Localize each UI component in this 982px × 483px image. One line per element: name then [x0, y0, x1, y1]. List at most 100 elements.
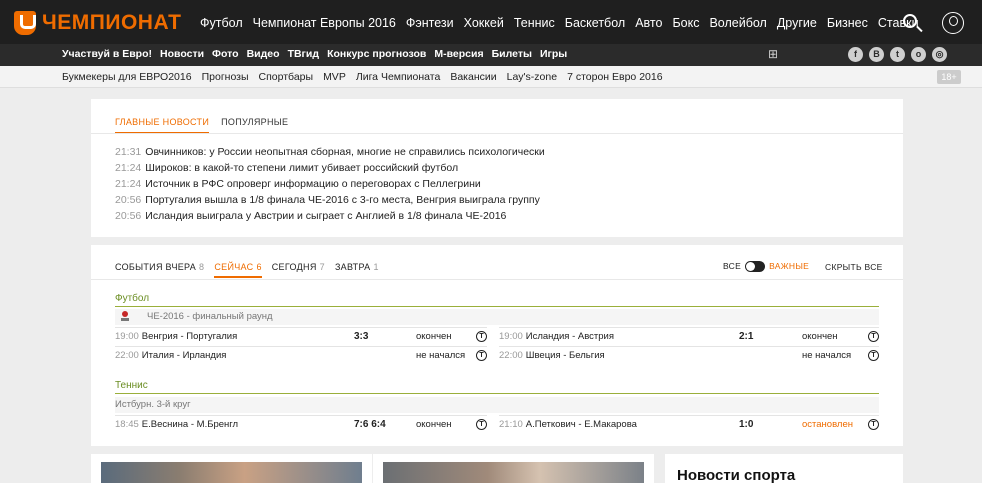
search-icon[interactable] [903, 14, 917, 28]
news-tabs: ГЛАВНЫЕ НОВОСТИ ПОПУЛЯРНЫЕ [115, 116, 288, 134]
sidebar-title[interactable]: Новости спорта [677, 468, 795, 483]
photo-news-card[interactable] [91, 454, 372, 483]
match-teams[interactable]: Е.Веснина - М.Бренгл [142, 419, 238, 430]
match-score: 3:3 [354, 331, 369, 342]
link-mvp[interactable]: MVP [323, 70, 346, 84]
nav-tennis[interactable]: Теннис [514, 15, 555, 31]
nav-other[interactable]: Другие [777, 15, 817, 31]
nav-football[interactable]: Футбол [200, 15, 243, 31]
sport-title-tennis[interactable]: Теннис [115, 379, 148, 393]
match-teams-cell: 22:00 Швеция - Бельгия [499, 349, 605, 363]
brand-name[interactable]: ЧЕМПИОНАТ [42, 11, 181, 35]
subnav-predictions-contest[interactable]: Конкурс прогнозов [327, 47, 426, 62]
tv-broadcast-icon[interactable]: T [476, 419, 487, 430]
tab-tomorrow[interactable]: ЗАВТРА 1 [335, 261, 379, 278]
twitter-icon[interactable]: t [890, 47, 905, 62]
row-divider [115, 346, 487, 347]
news-time: 21:31 [115, 146, 142, 158]
nav-hockey[interactable]: Хоккей [464, 15, 504, 31]
tab-today[interactable]: СЕГОДНЯ 7 [272, 261, 325, 278]
nav-fantasy[interactable]: Фэнтези [406, 15, 454, 31]
nav-volleyball[interactable]: Волейбол [709, 15, 766, 31]
subnav-tickets[interactable]: Билеты [492, 47, 532, 62]
news-photo[interactable] [383, 462, 644, 483]
filter-all-label[interactable]: ВСЕ [723, 260, 741, 272]
sport-title-football[interactable]: Футбол [115, 292, 149, 306]
link-vacancies[interactable]: Вакансии [450, 70, 496, 84]
nav-business[interactable]: Бизнес [827, 15, 868, 31]
news-time: 20:56 [115, 194, 142, 206]
news-photo[interactable] [101, 462, 362, 483]
link-sportbars[interactable]: Спортбары [259, 70, 314, 84]
vk-icon[interactable]: В [869, 47, 884, 62]
user-icon[interactable] [942, 12, 964, 34]
tv-broadcast-icon[interactable]: T [868, 419, 879, 430]
nav-boxing[interactable]: Бокс [672, 15, 699, 31]
importance-toggle[interactable] [745, 260, 766, 272]
tab-yesterday[interactable]: СОБЫТИЯ ВЧЕРА 8 [115, 261, 204, 278]
nav-basketball[interactable]: Баскетбол [565, 15, 625, 31]
news-headline[interactable]: Исландия выиграла у Австрии и сыграет с … [145, 210, 506, 222]
link-bookmakers[interactable]: Букмекеры для ЕВРО2016 [62, 70, 192, 84]
tab-label: ЗАВТРА [334, 262, 371, 272]
nav-auto[interactable]: Авто [635, 15, 662, 31]
match-teams-cell: 18:45 Е.Веснина - М.Бренгл [115, 418, 238, 432]
divider [91, 133, 903, 134]
tab-label: СОБЫТИЯ ВЧЕРА [115, 262, 197, 272]
hide-all-button[interactable]: СКРЫТЬ ВСЕ [825, 261, 883, 273]
match-time: 21:10 [499, 419, 523, 430]
tv-broadcast-icon[interactable]: T [476, 350, 487, 361]
instagram-icon[interactable]: ◎ [932, 47, 947, 62]
match-status: остановлен [802, 419, 853, 430]
subnav-mobile-version[interactable]: М-версия [434, 47, 483, 62]
match-status: окончен [416, 331, 452, 342]
subnav-tvguide[interactable]: ТВгид [288, 47, 320, 62]
odnoklassniki-icon[interactable]: o [911, 47, 926, 62]
subnav-games[interactable]: Игры [540, 47, 567, 62]
match-teams[interactable]: Венгрия - Португалия [142, 331, 237, 342]
windows-icon[interactable]: ⊞ [768, 47, 778, 62]
news-headline[interactable]: Овчинников: у России неопытная сборная, … [145, 146, 545, 158]
tournament-header[interactable]: ЧЕ-2016 - финальный раунд [115, 309, 879, 325]
tv-broadcast-icon[interactable]: T [868, 350, 879, 361]
match-time: 19:00 [115, 331, 139, 342]
tournament-header[interactable]: Истбурн. 3-й круг [115, 397, 879, 413]
match-teams[interactable]: А.Петкович - Е.Макарова [526, 419, 637, 430]
filter-important-label[interactable]: ВАЖНЫЕ [769, 260, 809, 272]
photo-news-card[interactable] [373, 454, 654, 483]
tab-count: 7 [319, 262, 325, 272]
news-item[interactable]: 21:24 Источник в РФС опроверг информацию … [115, 176, 545, 192]
facebook-icon[interactable]: f [848, 47, 863, 62]
match-time: 18:45 [115, 419, 139, 430]
news-headline[interactable]: Широков: в какой-то степени лимит убивае… [145, 162, 458, 174]
news-item[interactable]: 20:56 Португалия вышла в 1/8 финала ЧЕ-20… [115, 192, 545, 208]
link-predictions[interactable]: Прогнозы [202, 70, 249, 84]
tab-popular[interactable]: ПОПУЛЯРНЫЕ [221, 116, 288, 134]
news-headline[interactable]: Источник в РФС опроверг информацию о пер… [145, 178, 480, 190]
tv-broadcast-icon[interactable]: T [868, 331, 879, 342]
match-teams[interactable]: Швеция - Бельгия [526, 350, 605, 361]
news-headline[interactable]: Португалия вышла в 1/8 финала ЧЕ-2016 с … [145, 194, 540, 206]
tab-main-news[interactable]: ГЛАВНЫЕ НОВОСТИ [115, 116, 210, 134]
link-7-sides-euro[interactable]: 7 сторон Евро 2016 [567, 70, 662, 84]
tab-count: 1 [373, 262, 379, 272]
logo-icon[interactable] [14, 11, 36, 35]
top-bar: ЧЕМПИОНАТ Футбол Чемпионат Европы 2016 Ф… [0, 0, 982, 48]
link-championship-league[interactable]: Лига Чемпионата [356, 70, 441, 84]
news-item[interactable]: 21:31 Овчинников: у России неопытная сбор… [115, 144, 545, 160]
match-teams[interactable]: Италия - Ирландия [142, 350, 227, 361]
subnav-news[interactable]: Новости [160, 47, 204, 62]
subnav-photo[interactable]: Фото [212, 47, 239, 62]
nav-euro-2016[interactable]: Чемпионат Европы 2016 [253, 15, 396, 31]
tab-now[interactable]: СЕЙЧАС 6 [214, 261, 262, 278]
row-divider [499, 346, 879, 347]
match-teams[interactable]: Исландия - Австрия [526, 331, 614, 342]
subnav-video[interactable]: Видео [247, 47, 280, 62]
news-item[interactable]: 21:24 Широков: в какой-то степени лимит у… [115, 160, 545, 176]
link-lays-zone[interactable]: Lay's-zone [507, 70, 557, 84]
news-item[interactable]: 20:56 Исландия выиграла у Австрии и сыгра… [115, 208, 545, 224]
sport-divider [115, 306, 879, 307]
match-score: 2:1 [739, 331, 754, 342]
tv-broadcast-icon[interactable]: T [476, 331, 487, 342]
subnav-join-euro[interactable]: Участвуй в Евро! [62, 47, 152, 62]
